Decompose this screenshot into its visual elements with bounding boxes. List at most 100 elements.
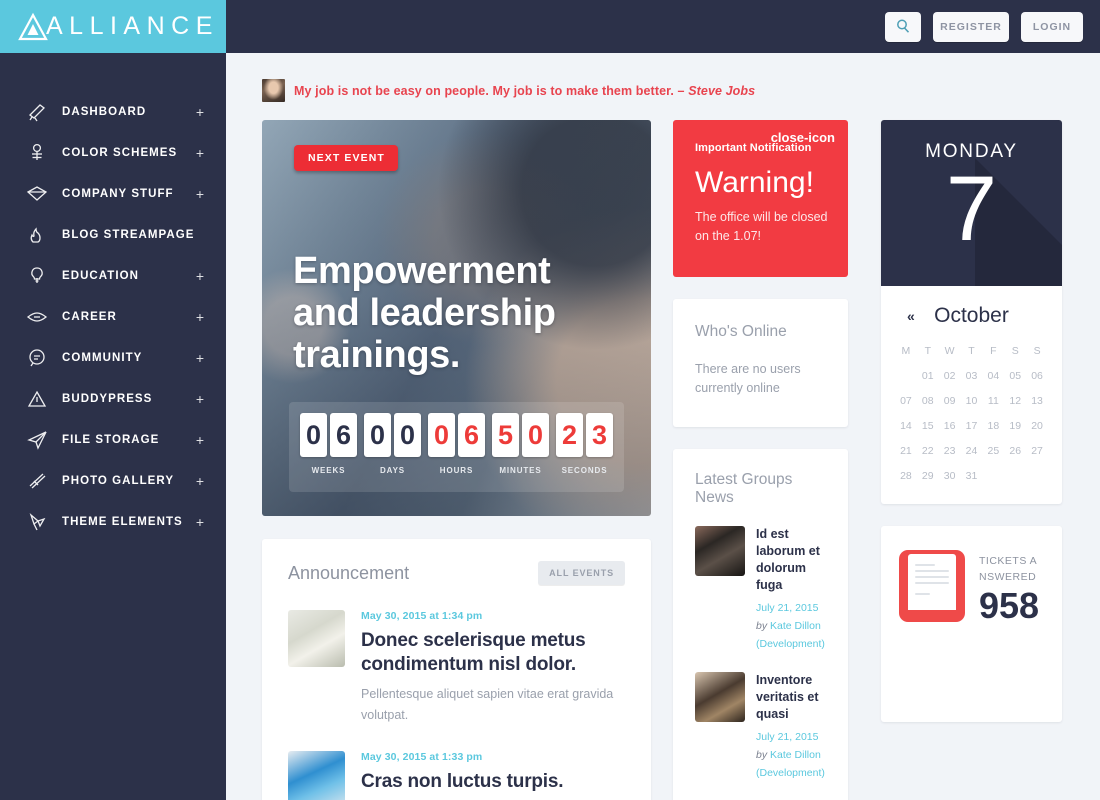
expand-icon[interactable]: + — [196, 432, 204, 448]
sidebar-item-blog-streampage[interactable]: BLOG STREAMPAGE — [0, 214, 226, 255]
countdown-digit: 5 — [492, 413, 519, 457]
item-date: July 21, 2015 — [756, 602, 819, 614]
calendar-day[interactable]: 16 — [939, 420, 961, 432]
expand-icon[interactable]: + — [196, 145, 204, 161]
calendar-day[interactable]: 21 — [895, 445, 917, 457]
calendar-day[interactable]: 20 — [1026, 420, 1048, 432]
item-title[interactable]: Inventore veritatis et quasi — [756, 672, 832, 723]
announcement-item[interactable]: May 30, 2015 at 1:33 pm Cras non luctus … — [288, 751, 625, 800]
sidebar-nav: DASHBOARD + COLOR SCHEMES + COMPANY STUF… — [0, 53, 226, 542]
calendar-day[interactable]: 06 — [1026, 370, 1048, 382]
expand-icon[interactable]: + — [196, 350, 204, 366]
sidebar-item-company-stuff[interactable]: COMPANY STUFF + — [0, 173, 226, 214]
calendar-widget: MONDAY 7 « October M T W T F S S 01 02 03 04 05 06 07… — [881, 120, 1062, 504]
calendar-day[interactable]: 29 — [917, 470, 939, 482]
next-event-badge: NEXT EVENT — [294, 145, 398, 171]
search-button[interactable] — [885, 11, 921, 42]
panel-body: There are no users currently online — [695, 362, 801, 395]
item-title[interactable]: Donec scelerisque metus condimentum nisl… — [361, 629, 625, 677]
calendar-day[interactable]: 15 — [917, 420, 939, 432]
whos-online-panel: Who's Online There are no users currentl… — [673, 299, 848, 427]
search-icon — [895, 18, 912, 35]
sidebar-item-community[interactable]: COMMUNITY + — [0, 337, 226, 378]
expand-icon[interactable]: + — [196, 104, 204, 120]
quote-text: My job is not be easy on people. My job … — [294, 83, 756, 98]
calendar-day[interactable]: 13 — [1026, 395, 1048, 407]
sidebar-item-photo-gallery[interactable]: PHOTO GALLERY + — [0, 460, 226, 501]
calendar-day[interactable]: 03 — [961, 370, 983, 382]
lightbulb-icon — [26, 265, 52, 287]
calendar-day[interactable]: 19 — [1004, 420, 1026, 432]
paper-plane-icon — [26, 429, 52, 451]
thumbnail — [288, 751, 345, 800]
countdown-minutes: 5 0 MINUTES — [492, 413, 549, 475]
sidebar-item-file-storage[interactable]: FILE STORAGE + — [0, 419, 226, 460]
calendar-day[interactable]: 28 — [895, 470, 917, 482]
item-excerpt: Pellentesque aliquet sapien vitae erat g… — [361, 687, 614, 722]
item-title[interactable]: Id est laborum et dolorum fuga — [756, 526, 832, 594]
calendar-day[interactable]: 08 — [917, 395, 939, 407]
calendar-day[interactable]: 07 — [895, 395, 917, 407]
sidebar-item-label: DASHBOARD — [62, 105, 147, 118]
sidebar-item-theme-elements[interactable]: THEME ELEMENTS + — [0, 501, 226, 542]
register-button[interactable]: REGISTER — [933, 11, 1009, 42]
announcement-item[interactable]: May 30, 2015 at 1:34 pm Donec scelerisqu… — [288, 610, 625, 726]
brand-logo[interactable]: ALLIANCE — [0, 0, 226, 53]
calendar-day[interactable]: 22 — [917, 445, 939, 457]
origami-bird-icon — [26, 511, 52, 533]
sidebar-item-label: EDUCATION — [62, 269, 139, 282]
top-bar: REGISTER LOGIN — [226, 0, 1100, 53]
prev-month-icon[interactable]: « — [907, 308, 915, 324]
calendar-day[interactable]: 02 — [939, 370, 961, 382]
expand-icon[interactable]: + — [196, 186, 204, 202]
calendar-day[interactable]: 14 — [895, 420, 917, 432]
calendar-day[interactable]: 11 — [982, 395, 1004, 407]
list-item[interactable]: Inventore veritatis et quasi July 21, 20… — [695, 672, 832, 782]
sidebar-item-color-schemes[interactable]: COLOR SCHEMES + — [0, 132, 226, 173]
expand-icon[interactable]: + — [196, 391, 204, 407]
calendar-day[interactable]: 04 — [982, 370, 1004, 382]
countdown-label: HOURS — [439, 466, 474, 475]
calendar-day[interactable]: 23 — [939, 445, 961, 457]
hero-banner[interactable]: NEXT EVENT Empowerment and leadership tr… — [262, 120, 651, 516]
expand-icon[interactable]: + — [196, 268, 204, 284]
triangle-mark-icon — [18, 12, 48, 42]
calendar-day[interactable]: 26 — [1004, 445, 1026, 457]
item-date: July 21, 2015 — [756, 731, 819, 743]
item-title[interactable]: Cras non luctus turpis. — [361, 770, 625, 794]
calendar-day[interactable]: 12 — [1004, 395, 1026, 407]
expand-icon[interactable]: + — [196, 473, 204, 489]
calendar-day[interactable]: 27 — [1026, 445, 1048, 457]
sidebar-item-career[interactable]: CAREER + — [0, 296, 226, 337]
sidebar-item-dashboard[interactable]: DASHBOARD + — [0, 91, 226, 132]
expand-icon[interactable]: + — [196, 309, 204, 325]
sidebar-item-buddypress[interactable]: BUDDYPRESS + — [0, 378, 226, 419]
sidebar-item-label: FILE STORAGE — [62, 433, 160, 446]
calendar-day[interactable]: 25 — [982, 445, 1004, 457]
calendar-day[interactable]: 17 — [961, 420, 983, 432]
warning-notification: close-icon Important Notification Warnin… — [673, 120, 848, 277]
countdown-hours: 0 6 HOURS — [428, 413, 485, 475]
item-date: May 30, 2015 at 1:34 pm — [361, 610, 483, 622]
expand-icon[interactable]: + — [196, 514, 204, 530]
calendar-day[interactable]: 05 — [1004, 370, 1026, 382]
sidebar-item-label: COLOR SCHEMES — [62, 146, 178, 159]
calendar-day[interactable]: 31 — [961, 470, 983, 482]
sidebar-item-label: COMMUNITY — [62, 351, 143, 364]
close-icon[interactable]: close-icon — [771, 131, 835, 144]
calendar-day[interactable]: 24 — [961, 445, 983, 457]
calendar-dow: T — [968, 345, 975, 357]
login-button[interactable]: LOGIN — [1021, 11, 1083, 42]
calendar-day[interactable]: 09 — [939, 395, 961, 407]
calendar-day[interactable]: 01 — [917, 370, 939, 382]
quote-author: Steve Jobs — [688, 83, 756, 98]
item-author[interactable]: Kate Dillon (Development) — [756, 620, 825, 650]
calendar-day[interactable]: 30 — [939, 470, 961, 482]
calendar-day[interactable]: 18 — [982, 420, 1004, 432]
item-author[interactable]: Kate Dillon (Development) — [756, 749, 825, 779]
sidebar-item-education[interactable]: EDUCATION + — [0, 255, 226, 296]
calendar-day[interactable]: 10 — [961, 395, 983, 407]
list-item[interactable]: Id est laborum et dolorum fuga July 21, … — [695, 526, 832, 653]
item-date: May 30, 2015 at 1:33 pm — [361, 751, 483, 763]
all-events-button[interactable]: ALL EVENTS — [538, 561, 625, 585]
